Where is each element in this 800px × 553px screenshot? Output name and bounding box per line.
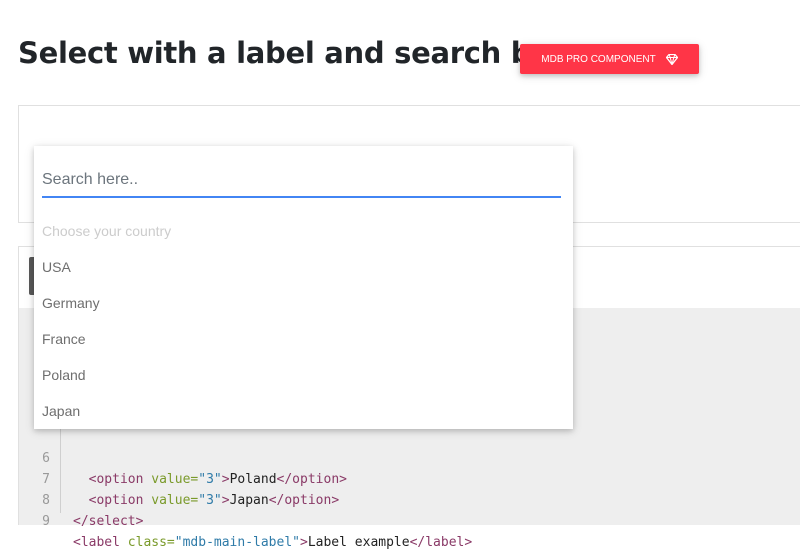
badge-label: MDB PRO COMPONENT [541,53,656,65]
code-text: Label example [307,535,410,550]
code-text: Poland [229,472,277,487]
option-japan[interactable]: Japan [42,393,80,429]
code-end-tag: </label> [409,535,473,550]
code-line: 9 <label class="mdb-main-label">Label ex… [18,490,472,550]
page-title: Select with a label and search box [18,36,570,70]
code-end-tag: </option> [268,493,340,508]
code-attr: value= [151,472,199,487]
select-dropdown: Choose your country USA Germany France P… [34,146,573,429]
code-line: 7 <option value="3">Japan</option> [18,448,339,508]
line-number: 9 [42,514,50,529]
code-string: "3" [198,472,222,487]
code-tag: </select> [73,514,144,529]
option-poland[interactable]: Poland [42,357,86,393]
code-text: Japan [229,493,269,508]
gem-icon [665,53,678,65]
code-attr: class= [127,535,175,550]
search-input[interactable] [42,164,561,198]
code-tag: <option [88,472,152,487]
code-end-tag: </option> [276,472,347,487]
option-france[interactable]: France [42,321,86,357]
code-line: 6 <option value="3">Poland</option> [18,427,347,487]
code-line: 8 </select> [18,469,143,529]
option-germany[interactable]: Germany [42,285,100,321]
code-tag: <option [88,493,152,508]
option-usa[interactable]: USA [42,249,71,285]
code-string: "3" [198,493,222,508]
mdb-pro-component-button[interactable]: MDB PRO COMPONENT [520,44,699,74]
code-tag: <label [73,535,128,550]
code-string: "mdb-main-label" [174,535,300,550]
code-attr: value= [151,493,199,508]
option-placeholder: Choose your country [42,223,172,239]
